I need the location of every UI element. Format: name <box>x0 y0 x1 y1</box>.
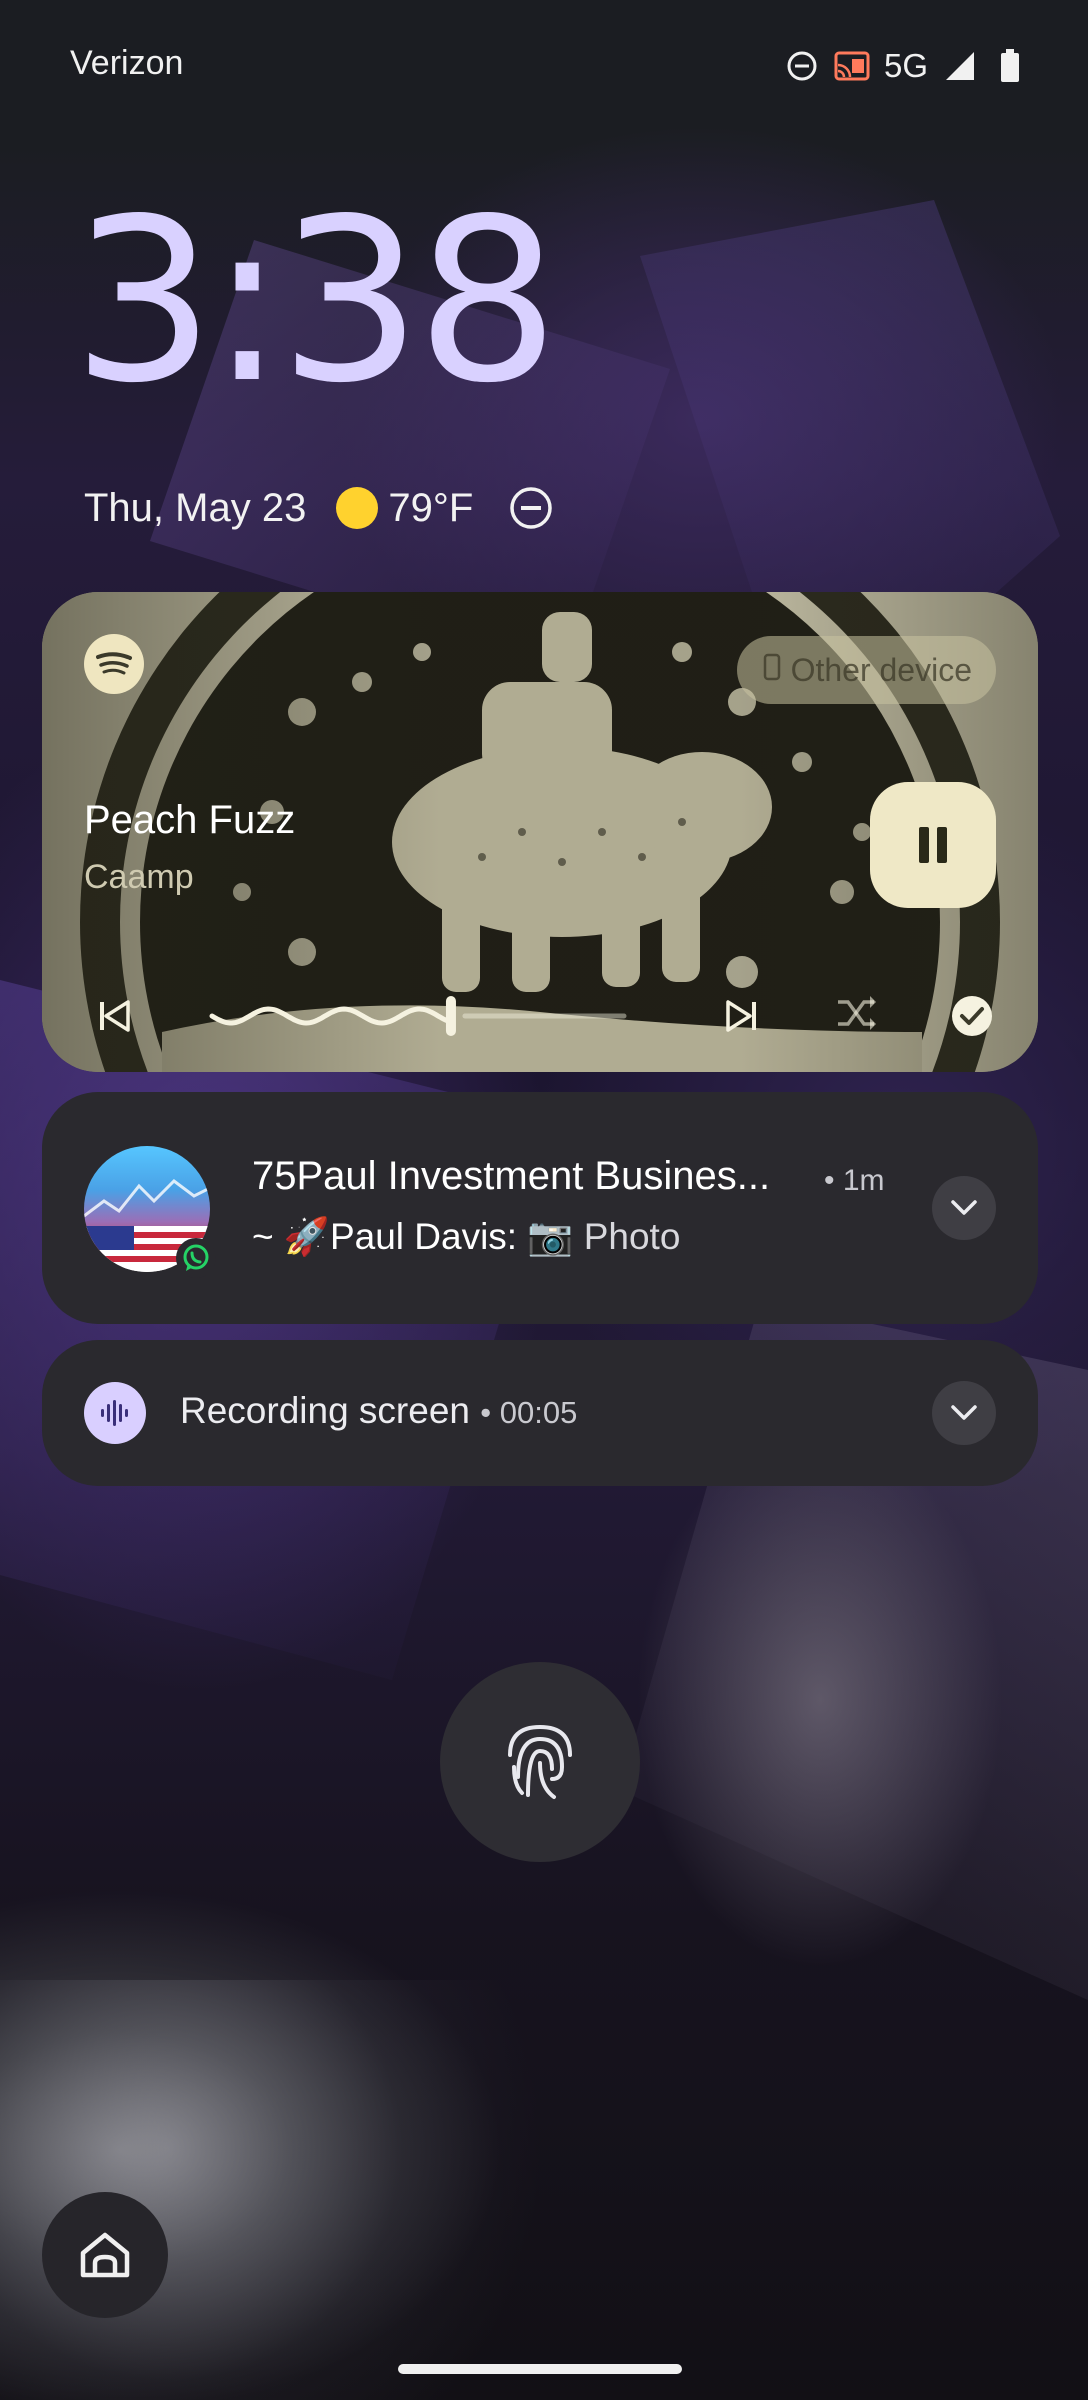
carrier-name: Verizon <box>70 44 184 82</box>
pause-button[interactable] <box>870 782 996 908</box>
media-player-card[interactable]: Other device Peach Fuzz Caamp <box>42 592 1038 1072</box>
fingerprint-icon <box>508 1724 572 1799</box>
seek-bar-thumb <box>445 996 456 1036</box>
track-title: Peach Fuzz <box>84 798 296 842</box>
recording-icon <box>84 1382 146 1444</box>
message-sender: ~ 🚀Paul Davis: <box>252 1216 518 1257</box>
shuffle-icon <box>838 996 876 1030</box>
chevron-down-icon <box>951 1405 977 1420</box>
seek-bar-played <box>209 1006 453 1026</box>
lockscreen-clock: 3:38 <box>72 171 559 433</box>
do-not-disturb-icon <box>784 48 820 84</box>
output-device-label: Other device <box>790 651 972 688</box>
next-button[interactable] <box>712 986 772 1046</box>
previous-icon <box>100 1000 130 1032</box>
battery-icon <box>992 48 1028 84</box>
recording-title: Recording screen • 00:05 <box>180 1390 578 1431</box>
cast-icon <box>834 48 870 84</box>
like-button[interactable] <box>942 986 1002 1046</box>
seek-bar[interactable] <box>206 990 630 1042</box>
expand-button[interactable] <box>932 1381 996 1445</box>
temperature-label: 79°F <box>388 485 474 530</box>
gesture-navigation-handle[interactable] <box>398 2364 682 2374</box>
next-icon <box>726 1000 756 1032</box>
status-bar: Verizon 5G <box>0 0 1088 134</box>
home-icon <box>80 2232 130 2278</box>
message-text: 📷 Photo <box>527 1216 681 1257</box>
media-controls <box>42 976 1038 1056</box>
recording-elapsed: 00:05 <box>499 1395 578 1430</box>
previous-button[interactable] <box>84 986 144 1046</box>
phone-icon <box>763 652 781 689</box>
notification-title: 75Paul Investment Busines... <box>252 1154 771 1198</box>
network-type: 5G <box>883 47 928 84</box>
wallpaper-crystal <box>0 980 560 1680</box>
chevron-down-icon <box>951 1200 977 1215</box>
sun-icon <box>336 487 379 529</box>
notification-message: ~ 🚀Paul Davis: 📷 Photo <box>252 1216 680 1259</box>
track-artist: Caamp <box>84 858 194 896</box>
check-icon <box>952 996 992 1036</box>
fingerprint-unlock-button[interactable] <box>440 1662 640 1862</box>
recording-label: Recording screen <box>180 1390 470 1431</box>
notification-time: • 1m <box>824 1164 885 1197</box>
date-weather-row[interactable]: Thu, May 23 79°F <box>84 478 553 538</box>
date-label: Thu, May 23 <box>84 485 307 530</box>
whatsapp-notification[interactable]: 75Paul Investment Busines... • 1m ~ 🚀Pau… <box>42 1092 1038 1324</box>
spotify-icon[interactable] <box>84 634 144 694</box>
notification-time-value: 1m <box>842 1164 885 1197</box>
home-controls-shortcut[interactable] <box>42 2192 168 2318</box>
whatsapp-icon <box>176 1238 216 1278</box>
wallpaper-crystal <box>0 1980 560 2400</box>
shuffle-button[interactable] <box>826 984 886 1044</box>
do-not-disturb-icon <box>509 486 553 530</box>
expand-button[interactable] <box>932 1176 996 1240</box>
pause-icon <box>919 827 947 863</box>
status-icons: 5G <box>784 44 1028 88</box>
signal-icon <box>942 48 978 84</box>
output-device-chip[interactable]: Other device <box>736 636 996 704</box>
screen-recording-notification[interactable]: Recording screen • 00:05 <box>42 1340 1038 1486</box>
